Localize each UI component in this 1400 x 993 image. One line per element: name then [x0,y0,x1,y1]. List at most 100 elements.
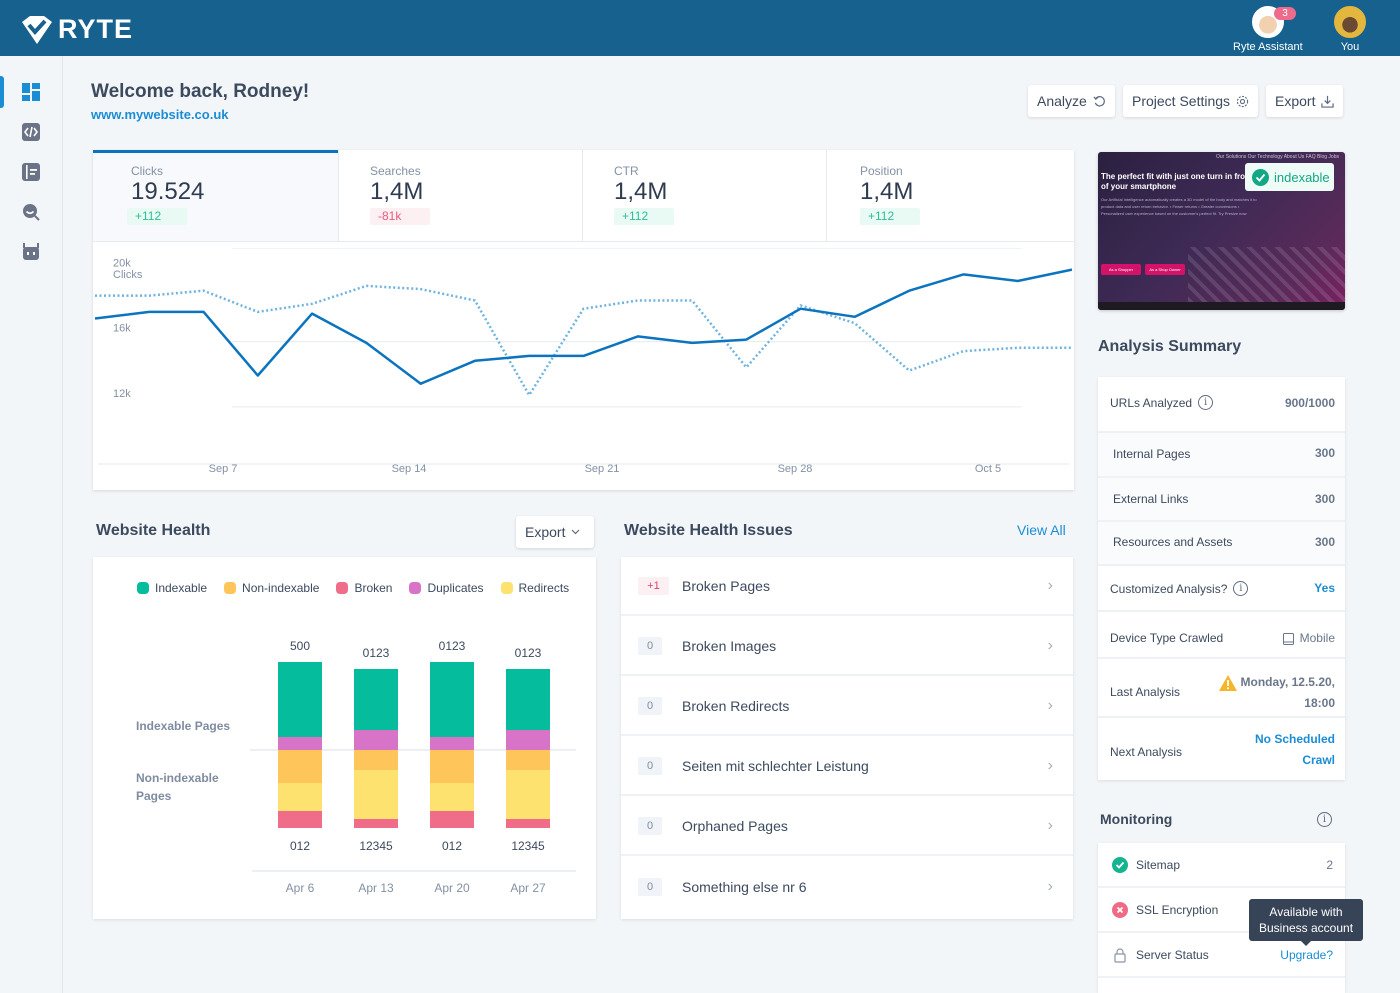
kpi-tab-position[interactable]: Position 1,4M +112 [827,150,1074,242]
y-tick-label: 16k [113,323,131,335]
bar-top-label: 0123 [515,646,542,660]
info-icon[interactable]: i [1233,581,1249,596]
issue-row[interactable]: 0 Something else nr 6 › [621,857,1073,916]
legend-label: Broken [354,581,393,595]
download-icon [1321,95,1335,108]
refresh-icon [1093,95,1105,106]
summary-row-device: Device Type Crawled Mobile [1098,612,1345,659]
x-tick-label: Apr 20 [434,881,470,895]
kpi-tab-clicks[interactable]: Clicks 19.524 +112 [93,150,339,242]
upgrade-tooltip: Available with Business account [1249,899,1363,946]
sidebar-item-search[interactable] [0,194,62,230]
external-links-label: External Links [1113,492,1189,506]
issue-row[interactable]: 0 Seiten mit schlechter Leistung › [621,737,1073,796]
sidebar-item-code[interactable] [0,114,62,150]
bar-top-label: 0123 [363,646,390,660]
chevron-right-icon: › [1047,816,1053,834]
bar-segment-indexable [430,662,474,737]
kpi-tab-searches[interactable]: Searches 1,4M -81k [339,150,583,242]
next-analysis-line2: Crawl [1302,753,1335,767]
page-title: Welcome back, Rodney! [91,81,310,102]
health-issues-title: Website Health Issues [624,522,793,539]
urls-analyzed-value: 900/1000 [1284,396,1335,410]
row-label-non-indexable-2: Pages [136,789,172,803]
website-link[interactable]: www.mywebsite.co.uk [91,107,229,122]
health-export-dropdown[interactable]: Export [516,516,594,548]
bar-segment-duplicates [354,730,398,750]
sidebar [0,56,63,993]
sidebar-item-dashboard[interactable] [0,74,62,110]
issue-count-badge: 0 [638,877,662,896]
summary-row-next-analysis: Next Analysis No Scheduled Crawl [1098,718,1345,780]
legend-item: Duplicates [409,581,484,595]
x-tick-label: Apr 13 [358,881,394,895]
x-tick-label: Apr 6 [286,881,315,895]
kpi-label: Position [860,164,903,178]
chevron-down-icon [572,529,580,535]
upgrade-link[interactable]: Upgrade? [1280,948,1333,962]
issue-row[interactable]: 0 Orphaned Pages › [621,797,1073,856]
bar-bottom-label: 012 [442,839,462,853]
bar-segment-redirects [430,783,474,811]
export-label: Export [1275,93,1316,109]
analysis-summary-card: URLs Analyzed i 900/1000 Internal Pages 3… [1098,377,1345,780]
info-icon[interactable]: i [1198,395,1214,410]
chevron-right-icon: › [1047,756,1053,774]
analyze-label: Analyze [1037,93,1087,109]
user-menu[interactable]: You [1334,6,1366,53]
x-tick-label: Oct 5 [975,463,1001,475]
preview-body: Our Artificial Intelligence automaticall… [1101,197,1257,216]
bar-segment-broken [278,811,322,828]
kpi-delta: -81k [370,208,430,225]
code-icon [22,123,40,141]
notification-badge: 3 [1274,7,1296,20]
analyze-button[interactable]: Analyze [1028,85,1115,117]
chevron-right-icon: › [1047,576,1053,594]
monitoring-info-icon[interactable]: i [1317,812,1332,827]
sidebar-item-content[interactable] [0,154,62,190]
internal-pages-label: Internal Pages [1113,447,1191,461]
indexable-label: indexable [1274,169,1330,185]
view-all-link[interactable]: View All [1017,522,1066,538]
ryte-logo[interactable]: RYTE [20,14,133,45]
top-bar: RYTE Ryte Assistant 3 You [0,0,1400,56]
monitoring-row-sitemap[interactable]: Sitemap 2 [1098,843,1345,888]
legend-label: Duplicates [427,581,484,595]
kpi-value: 1,4M [860,178,914,205]
kpi-value: 1,4M [370,178,424,205]
ryte-diamond-icon [22,15,52,44]
sidebar-item-bot[interactable] [0,234,62,270]
server-status-label: Server Status [1136,947,1209,962]
summary-row-internal: Internal Pages 300 [1098,433,1345,478]
website-health-title: Website Health [96,522,211,539]
issue-label: Something else nr 6 [682,878,807,895]
tooltip-line1: Available with [1269,905,1343,919]
summary-row-resources: Resources and Assets 300 [1098,522,1345,566]
kpi-tab-ctr[interactable]: CTR 1,4M +112 [583,150,827,242]
x-tick-label: Sep 28 [778,463,813,475]
kpi-delta: +112 [127,208,187,225]
export-button[interactable]: Export [1266,85,1344,117]
issue-row[interactable]: 0 Broken Redirects › [621,677,1073,736]
issue-row[interactable]: +1 Broken Pages › [621,557,1073,616]
project-settings-button[interactable]: Project Settings [1123,85,1259,117]
sitemap-value: 2 [1326,857,1333,872]
legend-swatch [500,582,513,594]
summary-row-customized: Customized Analysis? i Yes [1098,566,1345,612]
customized-value[interactable]: Yes [1314,578,1335,599]
sitemap-label: Sitemap [1136,857,1181,872]
bar-segment-redirects [278,783,322,811]
legend-item: Non-indexable [224,581,319,595]
issue-row[interactable]: 0 Broken Images › [621,617,1073,676]
summary-row-last-analysis: Last Analysis Monday, 12.5.20, 18:00 [1098,659,1345,718]
x-tick-label: Apr 27 [510,881,546,895]
legend-item: Indexable [137,581,207,595]
legend-item: Broken [336,581,392,595]
document-icon [22,163,40,181]
bar-bottom-label: 12345 [511,839,545,853]
x-tick-label: Sep 7 [209,463,238,475]
bar-top-label: 0123 [439,639,466,653]
next-analysis-value[interactable]: No Scheduled Crawl [1255,729,1335,771]
bar-segment-duplicates [430,737,474,750]
brand-name: RYTE [58,14,134,44]
